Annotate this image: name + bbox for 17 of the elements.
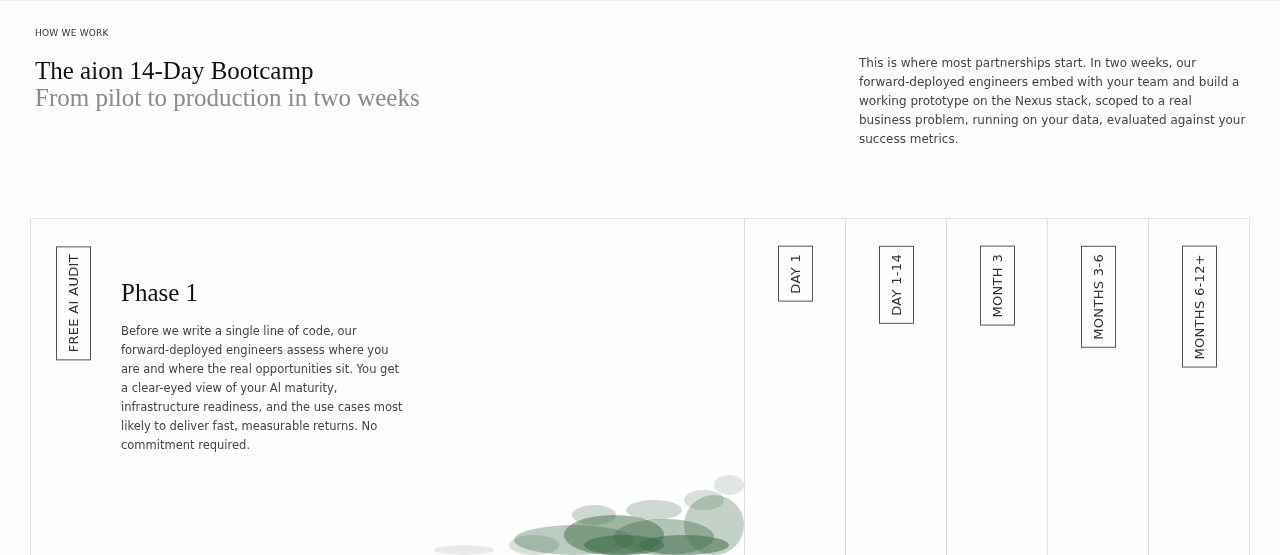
eyebrow: HOW WE WORK: [35, 27, 110, 40]
phase-column[interactable]: MONTHS 3-6: [1048, 219, 1149, 555]
phase-tab[interactable]: MONTH 3: [979, 246, 1015, 326]
section-title: The aion 14-Day Bootcamp: [35, 56, 315, 84]
phase-column[interactable]: MONTHS 6-12+: [1149, 219, 1250, 555]
phase-tab[interactable]: MONTHS 3-6: [1080, 246, 1116, 348]
phase-tab[interactable]: DAY 1: [777, 246, 813, 302]
intro-paragraph: This is where most partnerships start. In two weeks, our forward-deployed engineers embed with your team and build a working prototype on the Nexus stack, scoped to a real business problem, running on your data, evaluated against your success metrics.: [859, 55, 1247, 148]
section-subtitle: From pilot to production in two weeks: [35, 83, 420, 111]
phase-column[interactable]: DAY 1: [745, 219, 846, 555]
phase-column[interactable]: DAY 1-14: [846, 219, 947, 555]
phase-column[interactable]: MONTH 3: [947, 219, 1048, 555]
phase-description: Before we write a single line of code, our forward-deployed engineers assess where you are and where the real opportunities sit. You get a clear-eyed view of your Al maturity, infrastructure readiness, and the use cases most likely to deliver fast, measurable returns. No commitment required.: [121, 322, 404, 454]
phase-tab[interactable]: FREE AI AUDIT: [56, 246, 91, 361]
phase-title: Phase 1: [121, 278, 200, 308]
phase-tab[interactable]: MONTHS 6-12+: [1181, 246, 1217, 368]
phase-tab[interactable]: DAY 1-14: [878, 246, 914, 324]
